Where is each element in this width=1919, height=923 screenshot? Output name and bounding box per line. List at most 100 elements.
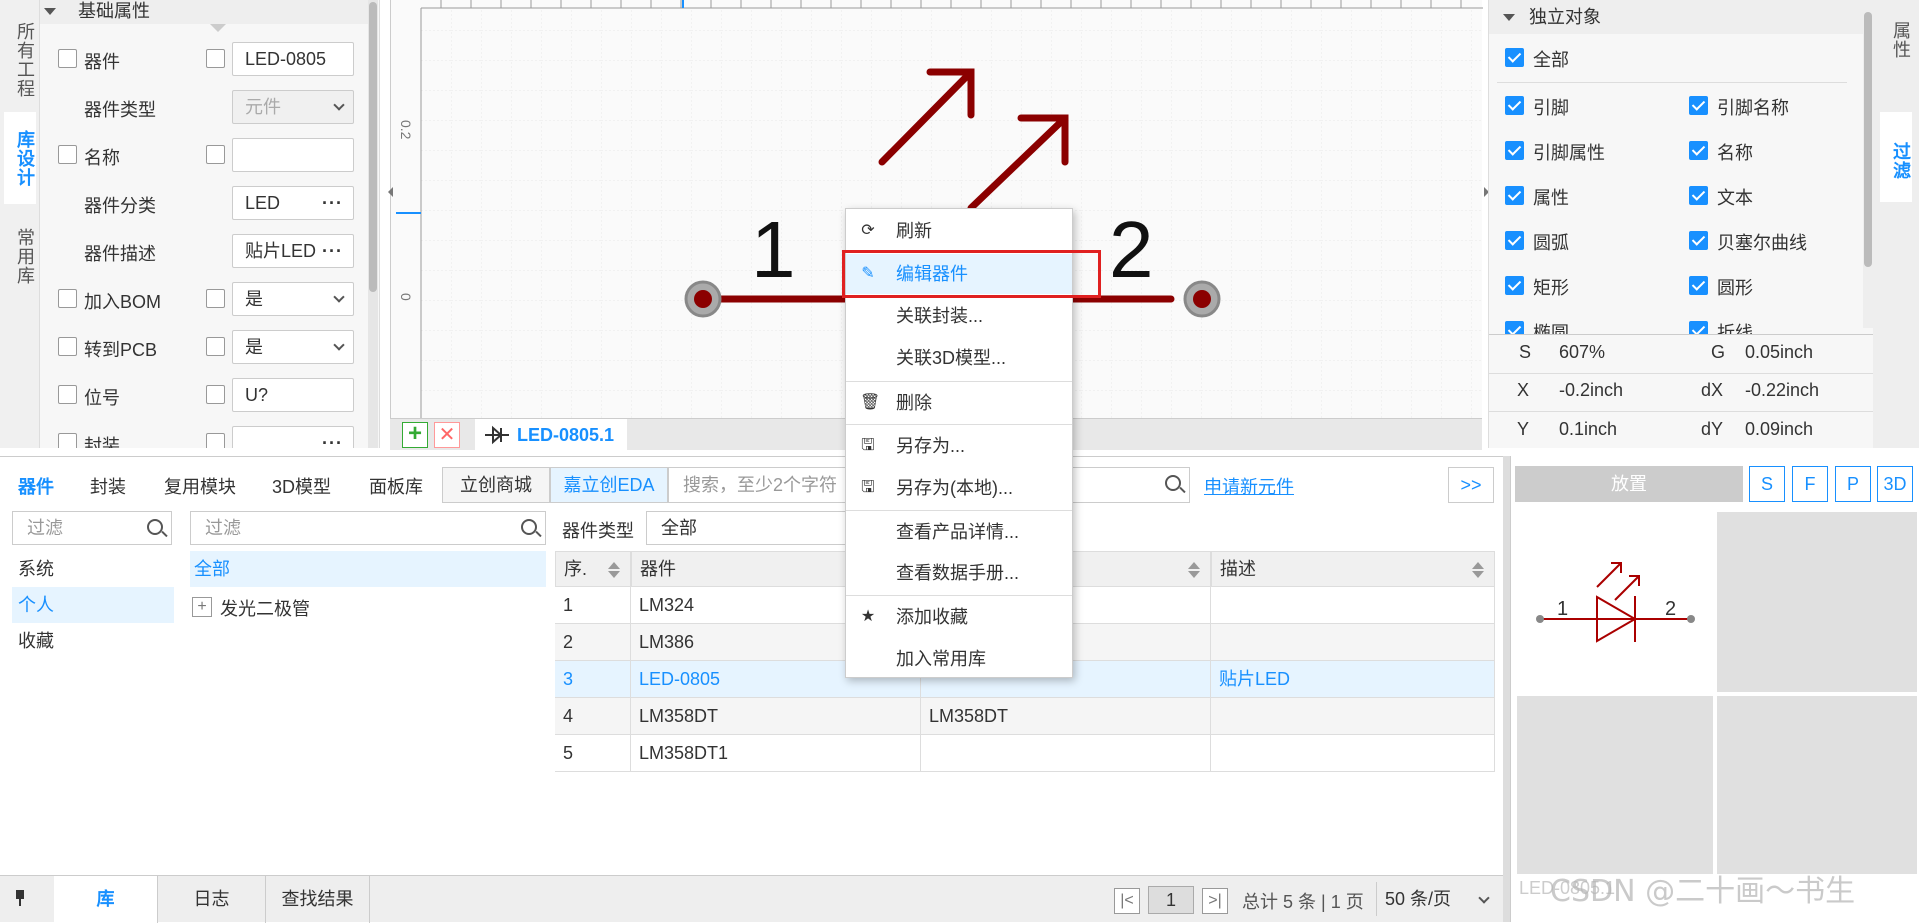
tab-common-library[interactable]: 常用库 <box>4 210 36 302</box>
footprint-input[interactable]: ··· <box>232 426 354 448</box>
lcsc-store-button[interactable]: 立创商城 <box>442 467 550 503</box>
tab-properties[interactable]: 属性 <box>1880 10 1912 70</box>
sort-icon[interactable] <box>608 556 620 578</box>
checkbox[interactable] <box>1689 276 1708 295</box>
table-row[interactable]: 4 LM358DT LM358DT <box>555 698 1495 735</box>
apply-new-component-link[interactable]: 申请新元件 <box>1204 473 1294 499</box>
menu-item-link-footprint[interactable]: 关联封装... <box>846 296 1072 336</box>
column-header[interactable]: 序. <box>555 551 631 587</box>
checkbox[interactable] <box>1505 231 1524 250</box>
checkbox[interactable] <box>58 337 77 356</box>
description-input[interactable]: 贴片LED ··· <box>232 234 354 268</box>
preview-s-button[interactable]: S <box>1749 466 1785 502</box>
jlc-eda-button[interactable]: 嘉立创EDA <box>550 467 668 503</box>
menu-item-product-details[interactable]: 查看产品详情... <box>846 512 1072 552</box>
checkbox[interactable] <box>1689 321 1708 334</box>
tab-library[interactable]: 库 <box>54 876 158 923</box>
tab-library-design[interactable]: 库设计 <box>4 112 36 204</box>
tab-log[interactable]: 日志 <box>158 876 266 923</box>
tree-all[interactable]: 全部 <box>190 551 546 587</box>
checkbox[interactable] <box>206 49 225 68</box>
last-page-icon[interactable]: >| <box>1202 888 1228 914</box>
checkbox[interactable] <box>58 433 77 448</box>
more-icon[interactable]: ··· <box>322 235 343 267</box>
panel-splitter[interactable] <box>1503 456 1510 922</box>
menu-item-refresh[interactable]: ⟳ 刷新 <box>846 211 1072 251</box>
device-input[interactable]: LED-0805 <box>232 42 354 76</box>
category-input[interactable]: LED ··· <box>232 186 354 220</box>
menu-item-add-common-library[interactable]: 加入常用库 <box>846 639 1072 679</box>
search-icon[interactable] <box>521 519 537 535</box>
tab-panel-library[interactable]: 面板库 <box>369 473 423 499</box>
tab-reuse-modules[interactable]: 复用模块 <box>164 473 236 499</box>
designator-input[interactable]: U? <box>232 378 354 412</box>
search-icon[interactable] <box>1165 475 1181 491</box>
menu-item-save-as[interactable]: 🖫 另存为... <box>846 426 1072 466</box>
checkbox[interactable] <box>58 385 77 404</box>
checkbox[interactable] <box>1505 186 1524 205</box>
checkbox[interactable] <box>1689 96 1708 115</box>
add-tab-icon[interactable]: + <box>402 422 428 448</box>
table-row[interactable]: 5 LM358DT1 <box>555 735 1495 772</box>
tree-node-led[interactable]: 发光二极管 <box>220 595 310 621</box>
checkbox[interactable] <box>1689 186 1708 205</box>
per-page-select[interactable]: 50 条/页 <box>1376 882 1498 916</box>
menu-item-delete[interactable]: 🗑 删除 <box>846 383 1072 423</box>
sort-icon[interactable] <box>1188 556 1200 578</box>
more-icon[interactable]: ··· <box>322 427 343 448</box>
menu-item-save-as-local[interactable]: 🖫 另存为(本地)... <box>846 468 1072 508</box>
tab-filter[interactable]: 过滤 <box>1880 112 1912 202</box>
checkbox[interactable] <box>206 289 225 308</box>
bom-select[interactable]: 是 <box>232 282 354 316</box>
scrollbar[interactable] <box>368 0 378 448</box>
tab-3d-models[interactable]: 3D模型 <box>272 473 331 499</box>
checkbox[interactable] <box>1505 321 1524 334</box>
collapse-icon[interactable] <box>44 8 56 21</box>
preview-3d-button[interactable]: 3D <box>1877 466 1913 502</box>
menu-item-datasheet[interactable]: 查看数据手册... <box>846 553 1072 593</box>
checkbox[interactable] <box>58 49 77 68</box>
checkbox[interactable] <box>206 433 225 448</box>
pin-icon[interactable] <box>14 890 26 908</box>
tab-devices[interactable]: 器件 <box>18 473 54 499</box>
menu-item-link-3d-model[interactable]: 关联3D模型... <box>846 338 1072 378</box>
collapse-icon[interactable] <box>1503 14 1515 27</box>
tree-filter-input[interactable]: 过滤 <box>190 511 546 545</box>
first-page-icon[interactable]: |< <box>1114 888 1140 914</box>
filter-header[interactable]: 独立对象 <box>1489 0 1874 34</box>
search-icon[interactable] <box>147 519 163 535</box>
pcb-select[interactable]: 是 <box>232 330 354 364</box>
preview-f-button[interactable]: F <box>1792 466 1828 502</box>
scrollbar-thumb[interactable] <box>369 2 377 292</box>
checkbox[interactable] <box>1505 48 1524 67</box>
column-header[interactable]: 描述 <box>1211 551 1495 587</box>
section-header[interactable]: 基础属性 <box>40 0 368 24</box>
checkbox[interactable] <box>1689 141 1708 160</box>
category-favorites[interactable]: 收藏 <box>12 623 174 659</box>
scrollbar-thumb[interactable] <box>1864 12 1872 267</box>
more-icon[interactable]: ··· <box>322 187 343 219</box>
checkbox[interactable] <box>1505 141 1524 160</box>
category-filter-input[interactable]: 过滤 <box>12 511 172 545</box>
tab-footprints[interactable]: 封装 <box>90 473 126 499</box>
checkbox[interactable] <box>58 289 77 308</box>
tab-search-results[interactable]: 查找结果 <box>266 876 370 923</box>
type-select[interactable]: 全部 <box>646 511 846 545</box>
checkbox[interactable] <box>1505 96 1524 115</box>
tab-all-projects[interactable]: 所有工程 <box>4 8 36 112</box>
preview-p-button[interactable]: P <box>1835 466 1871 502</box>
checkbox[interactable] <box>206 337 225 356</box>
checkbox[interactable] <box>206 385 225 404</box>
category-personal[interactable]: 个人 <box>12 587 174 623</box>
close-tab-icon[interactable]: ✕ <box>434 422 460 448</box>
name-input[interactable] <box>232 138 354 172</box>
checkbox[interactable] <box>1505 276 1524 295</box>
collapse-left-icon[interactable] <box>383 185 393 199</box>
checkbox[interactable] <box>58 145 77 164</box>
expand-icon[interactable]: + <box>192 597 212 617</box>
scrollbar[interactable] <box>1863 12 1873 328</box>
sort-icon[interactable] <box>1472 556 1484 578</box>
expand-button[interactable]: >> <box>1448 467 1494 503</box>
page-input[interactable]: 1 <box>1148 886 1194 914</box>
checkbox[interactable] <box>1689 231 1708 250</box>
